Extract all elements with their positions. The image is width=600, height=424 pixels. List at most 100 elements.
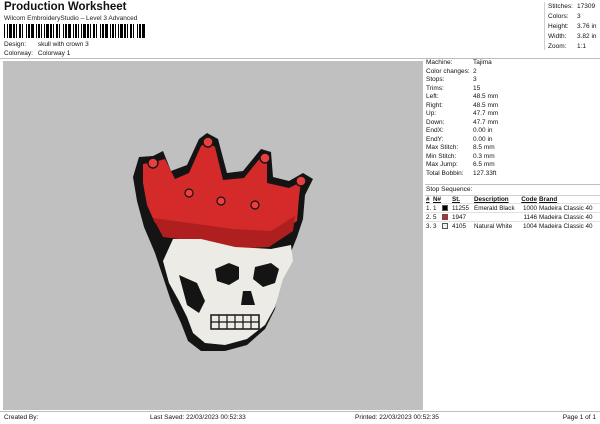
stat-value: 1:1 bbox=[577, 43, 587, 50]
thread-brand: Madeira Classic 40 bbox=[539, 223, 593, 230]
info-label: Max Jump: bbox=[426, 161, 458, 168]
info-label: EndY: bbox=[426, 135, 444, 143]
table-row: 3. 3 4105 Natural White 1004 Madeira Cla… bbox=[425, 221, 600, 230]
needle-number: 1 bbox=[433, 205, 437, 212]
crown-jewel bbox=[216, 196, 226, 206]
software-subtitle: Wilcom EmbroideryStudio – Level 3 Advanc… bbox=[4, 15, 138, 22]
needle-number: 3 bbox=[433, 223, 437, 230]
crown-jewel bbox=[184, 188, 194, 198]
info-label: Stops: bbox=[426, 76, 445, 83]
crown-jewel bbox=[147, 157, 159, 169]
stat-row: Height: 3.76 in bbox=[545, 22, 600, 32]
info-label: Total Bobbin: bbox=[426, 169, 464, 177]
info-label: EndX: bbox=[426, 127, 444, 134]
color-swatch bbox=[442, 214, 448, 220]
info-label: Right: bbox=[426, 101, 443, 109]
info-value: 47.7 mm bbox=[473, 110, 499, 117]
printed-date: Printed: 22/03/2023 00:52:35 bbox=[355, 414, 439, 421]
table-row: 2. 5 1947 1146 Madeira Classic 40 bbox=[425, 212, 600, 221]
thread-code: 1000 bbox=[522, 205, 537, 212]
stat-label: Colors: bbox=[548, 13, 569, 20]
thread-description bbox=[472, 213, 519, 221]
info-value: 48.5 mm bbox=[473, 101, 499, 109]
stat-row: Stitches: 17309 bbox=[545, 2, 600, 12]
stat-value: 3.82 in bbox=[577, 33, 597, 40]
info-row: Up: 47.7 mm bbox=[425, 110, 600, 119]
col-header: Code bbox=[521, 196, 537, 203]
info-value: 47.7 mm bbox=[473, 118, 499, 126]
thread-brand: Madeira Classic 40 bbox=[539, 205, 593, 212]
machine-info-panel: Machine: Tajima Color changes: 2 Stops: 3 T… bbox=[425, 59, 600, 178]
col-header: N# bbox=[433, 196, 442, 203]
table-header: # N# St. Description Code Brand bbox=[425, 195, 600, 203]
info-label: Down: bbox=[426, 118, 445, 126]
info-value: 8.5 mm bbox=[473, 144, 495, 151]
stat-label: Stitches: bbox=[548, 3, 573, 10]
stat-row: Zoom: 1:1 bbox=[545, 42, 600, 52]
info-row: Trims: 15 bbox=[425, 85, 600, 94]
crown-jewel bbox=[202, 136, 214, 148]
row-number: 1. bbox=[426, 205, 432, 212]
stat-value: 17309 bbox=[577, 3, 596, 10]
info-label: Min Stitch: bbox=[426, 152, 457, 160]
info-value: 48.5 mm bbox=[473, 93, 499, 100]
info-value: 6.5 mm bbox=[473, 161, 495, 168]
color-swatch bbox=[442, 223, 448, 229]
stats-panel: Stitches: 17309 Colors: 3 Height: 3.76 in W… bbox=[544, 2, 600, 50]
info-label: Up: bbox=[426, 110, 437, 117]
info-row: Max Stitch: 8.5 mm bbox=[425, 144, 600, 153]
thread-description: Emerald Black bbox=[474, 205, 515, 212]
barcode bbox=[4, 24, 145, 38]
design-label: Design: bbox=[4, 41, 27, 48]
stitch-count: 1947 bbox=[452, 214, 467, 221]
stat-value: 3 bbox=[577, 13, 581, 20]
crown-jewel bbox=[250, 200, 260, 210]
thread-description: Natural White bbox=[474, 223, 513, 230]
design-row: Design: skull with crown 3 bbox=[4, 41, 89, 48]
col-header: # bbox=[426, 196, 430, 203]
design-value: skull with crown 3 bbox=[37, 41, 89, 48]
table-row: 1. 1 11255 Emerald Black 1000 Madeira Cl… bbox=[425, 203, 600, 212]
info-divider bbox=[425, 184, 600, 185]
stat-label: Height: bbox=[548, 23, 569, 30]
info-label: Max Stitch: bbox=[426, 144, 459, 151]
info-row: Min Stitch: 0.3 mm bbox=[425, 153, 600, 162]
thread-brand: Madeira Classic 40 bbox=[539, 214, 593, 221]
info-value: 0.3 mm bbox=[473, 152, 495, 160]
created-by: Created By: bbox=[4, 414, 39, 421]
col-header: Brand bbox=[539, 196, 558, 203]
info-row: Stops: 3 bbox=[425, 76, 600, 85]
colorway-label: Colorway: bbox=[4, 50, 33, 57]
info-value: Tajima bbox=[473, 59, 492, 66]
stop-sequence-title: Stop Sequence: bbox=[426, 186, 473, 193]
stat-row: Width: 3.82 in bbox=[545, 32, 600, 42]
design-preview-canvas bbox=[3, 61, 423, 410]
info-row: Left: 48.5 mm bbox=[425, 93, 600, 102]
info-value: 0.00 in bbox=[473, 127, 493, 134]
stat-value: 3.76 in bbox=[577, 23, 597, 30]
info-row: Max Jump: 6.5 mm bbox=[425, 161, 600, 170]
info-row: Machine: Tajima bbox=[425, 59, 600, 68]
info-value: 3 bbox=[473, 76, 477, 83]
page-footer: Created By: Last Saved: 22/03/2023 00:52… bbox=[0, 411, 600, 424]
info-row: Total Bobbin: 127.33ft bbox=[425, 170, 600, 179]
info-row: EndY: 0.00 in bbox=[425, 136, 600, 145]
colorway-row: Colorway: Colorway 1 bbox=[4, 50, 70, 57]
info-value: 0.00 in bbox=[473, 135, 493, 143]
info-row: Color changes: 2 bbox=[425, 68, 600, 77]
stat-label: Width: bbox=[548, 33, 567, 40]
info-value: 127.33ft bbox=[473, 169, 497, 177]
stat-row: Colors: 3 bbox=[545, 12, 600, 22]
row-number: 3. bbox=[426, 223, 432, 230]
skull-crown-design bbox=[133, 133, 313, 351]
needle-number: 5 bbox=[433, 214, 437, 221]
stop-sequence-table: # N# St. Description Code Brand 1. 1 112… bbox=[425, 195, 600, 230]
info-value: 2 bbox=[473, 67, 477, 75]
info-row: Right: 48.5 mm bbox=[425, 102, 600, 111]
last-saved: Last Saved: 22/03/2023 00:52:33 bbox=[150, 414, 246, 421]
row-number: 2. bbox=[426, 214, 432, 221]
worksheet-title: Production Worksheet bbox=[4, 1, 127, 13]
crown-jewel bbox=[295, 175, 307, 187]
colorway-value: Colorway 1 bbox=[37, 50, 71, 57]
crown-jewel bbox=[259, 152, 271, 164]
